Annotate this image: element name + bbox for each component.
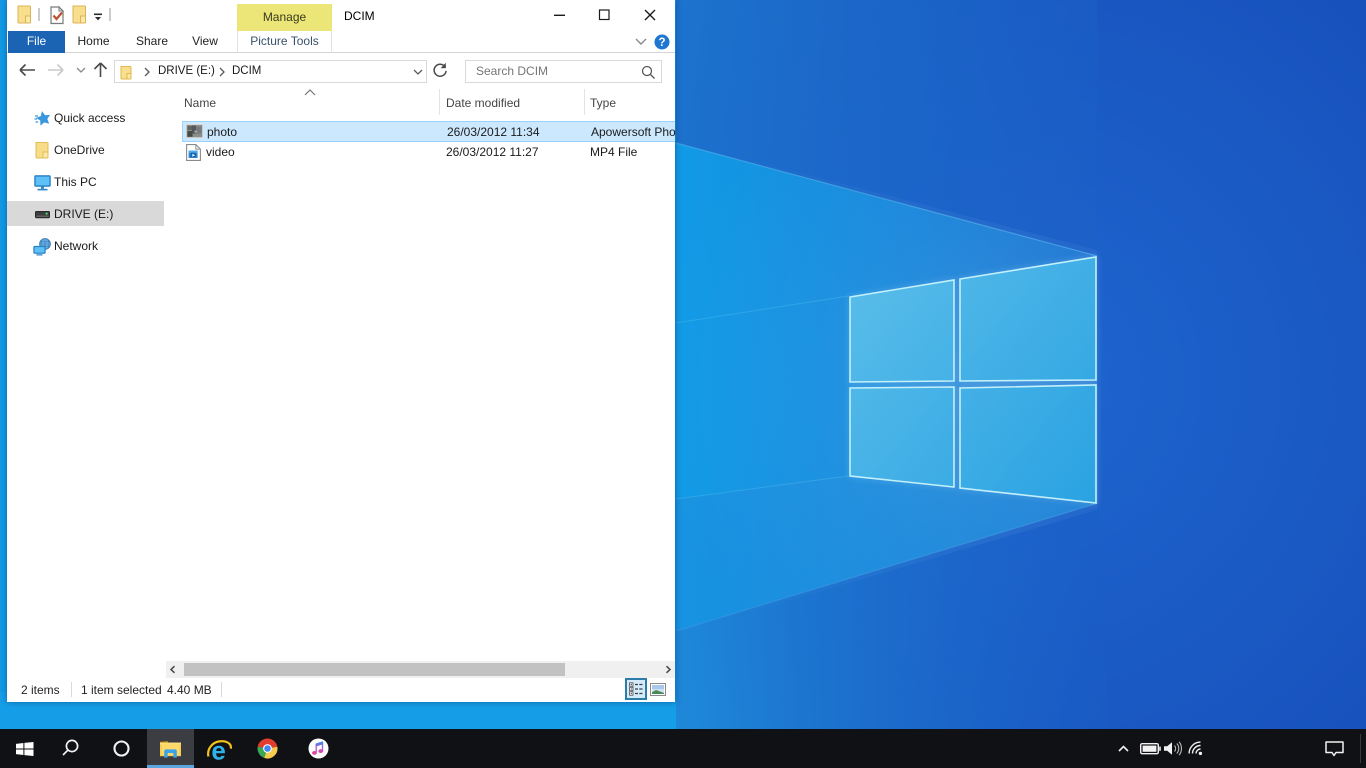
svg-text:?: ? (658, 37, 665, 49)
